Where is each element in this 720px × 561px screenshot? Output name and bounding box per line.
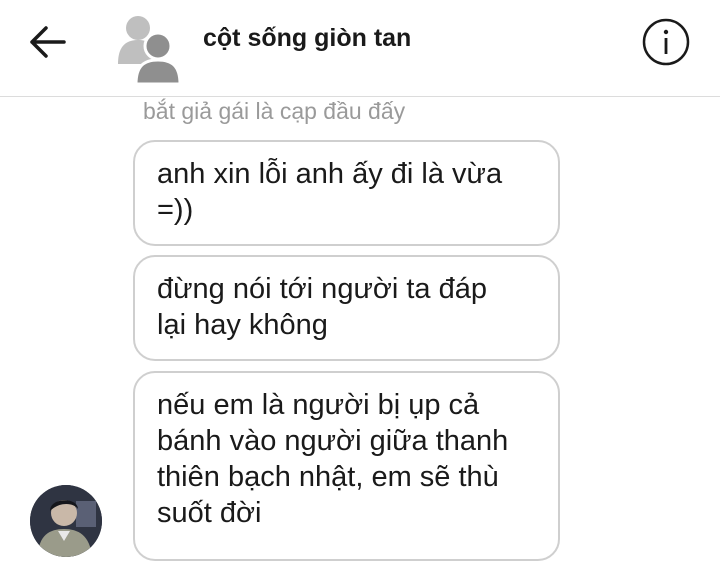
info-button[interactable] (640, 16, 692, 68)
message-bubble[interactable]: nếu em là người bị ụp cả bánh vào người … (133, 371, 560, 561)
message-text: anh xin lỗi anh ấy đi là vừa =)) (157, 158, 503, 226)
sender-name: bắt giả gái là cạp đầu đấy (143, 98, 406, 124)
message-text: nếu em là người bị ụp cả bánh vào người … (157, 389, 509, 529)
message-text: đừng nói tới người ta đáp lại hay không (157, 273, 488, 341)
arrow-left-icon (30, 26, 66, 58)
message-bubble[interactable]: anh xin lỗi anh ấy đi là vừa =)) (133, 140, 560, 246)
group-avatar-icon[interactable] (112, 10, 184, 86)
chat-title[interactable]: cột sống giòn tan (203, 24, 411, 53)
back-button[interactable] (26, 22, 70, 62)
message-bubble[interactable]: đừng nói tới người ta đáp lại hay không (133, 255, 560, 361)
sender-avatar[interactable] (30, 485, 102, 557)
chat-header: cột sống giòn tan (0, 0, 720, 97)
info-icon (642, 18, 690, 66)
